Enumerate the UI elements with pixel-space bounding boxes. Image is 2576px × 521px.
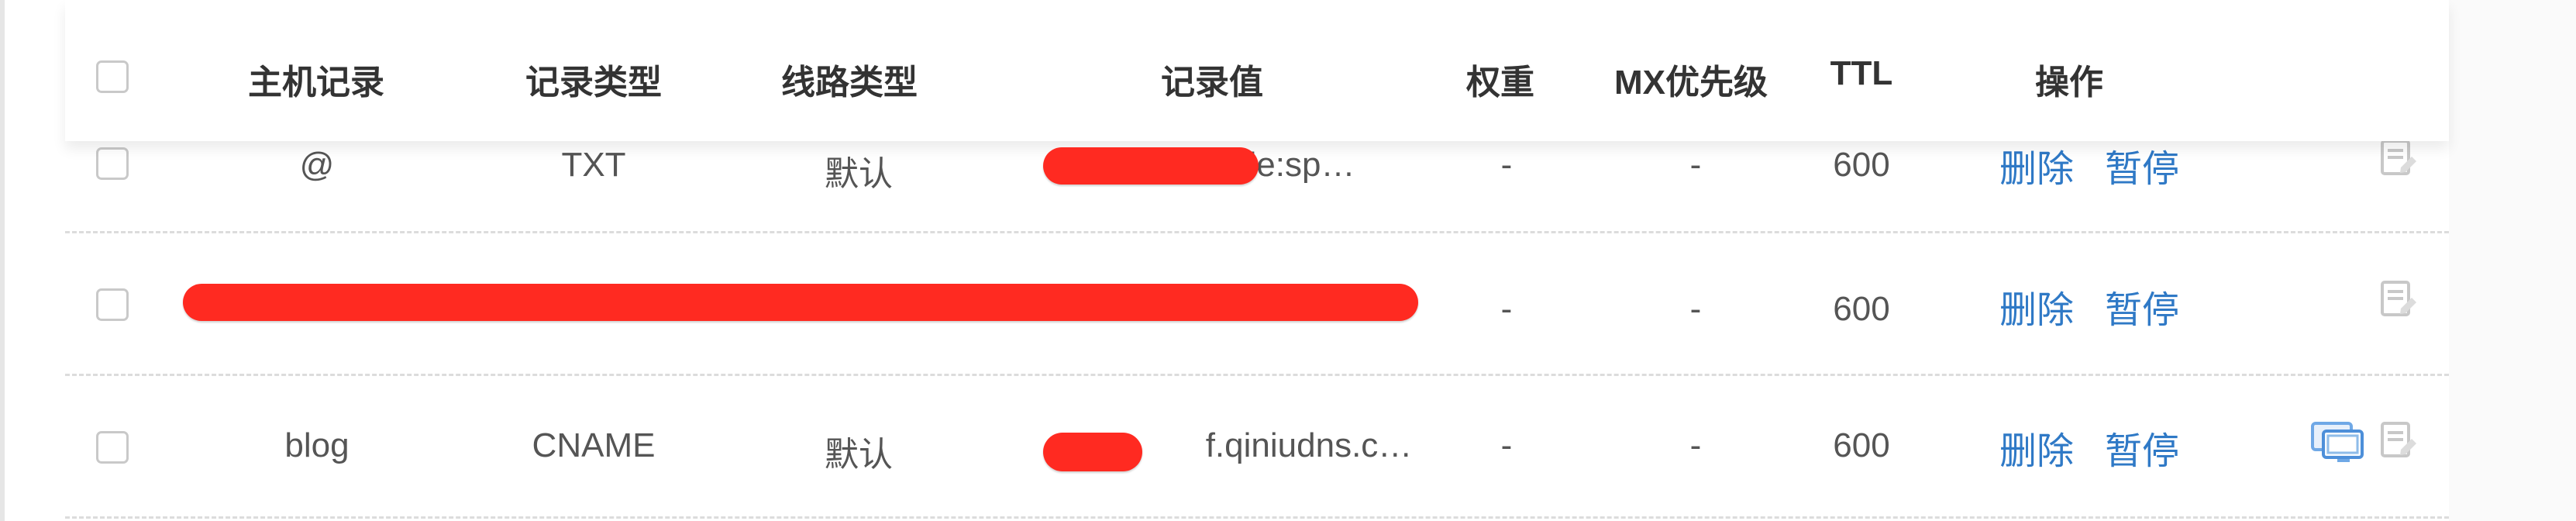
pause-link[interactable]: 暂停 xyxy=(2105,279,2179,333)
delete-link[interactable]: 删除 xyxy=(1999,279,2074,333)
delete-link[interactable]: 删除 xyxy=(1999,138,2074,192)
row-checkbox[interactable] xyxy=(96,147,129,180)
record-type-cell: CNAME xyxy=(532,426,656,464)
column-actions: 操作 xyxy=(2035,64,2103,102)
select-all-checkbox[interactable] xyxy=(96,60,129,93)
mx-priority-cell: - xyxy=(1689,426,1702,464)
row-divider xyxy=(65,516,2449,519)
weight-cell: - xyxy=(1500,290,1513,328)
line-type-cell: 默认 xyxy=(825,436,893,474)
record-value-cell: f.qiniudns.c… xyxy=(1205,426,1413,464)
row-divider xyxy=(65,231,2449,233)
ttl-cell: 600 xyxy=(1833,290,1890,328)
right-margin xyxy=(2449,0,2576,521)
column-mx-priority: MX优先级 xyxy=(1614,64,1768,102)
column-ttl: TTL xyxy=(1830,54,1893,92)
redaction-mark xyxy=(1043,433,1142,471)
redaction-mark xyxy=(1043,147,1259,185)
monitor-icon[interactable] xyxy=(2309,416,2365,467)
host-cell: blog xyxy=(284,426,350,464)
column-host: 主机记录 xyxy=(248,64,384,102)
record-value-cell: le:sp… xyxy=(1248,146,1355,184)
column-weight: 权重 xyxy=(1466,64,1534,102)
column-record-value: 记录值 xyxy=(1161,64,1263,102)
row-divider xyxy=(65,374,2449,376)
row-checkbox[interactable] xyxy=(96,288,129,321)
column-record-type: 记录类型 xyxy=(525,64,662,102)
pause-link[interactable]: 暂停 xyxy=(2105,420,2179,474)
note-icon[interactable] xyxy=(2376,417,2423,464)
line-type-cell: 默认 xyxy=(825,155,893,193)
note-icon[interactable] xyxy=(2376,276,2423,323)
record-type-cell: TXT xyxy=(561,146,626,184)
mx-priority-cell: - xyxy=(1689,146,1702,184)
left-border xyxy=(0,0,5,521)
table-header: 主机记录 记录类型 线路类型 记录值 权重 MX优先级 TTL 操作 xyxy=(65,0,2449,141)
mx-priority-cell: - xyxy=(1689,290,1702,328)
table-row: blog CNAME 默认 f.qiniudns.c… - - 600 删除 暂… xyxy=(65,377,2449,519)
row-checkbox[interactable] xyxy=(96,431,129,464)
redaction-mark xyxy=(183,284,1418,321)
note-icon[interactable] xyxy=(2376,135,2423,181)
weight-cell: - xyxy=(1500,426,1513,464)
ttl-cell: 600 xyxy=(1833,426,1890,464)
ttl-cell: 600 xyxy=(1833,146,1890,184)
weight-cell: - xyxy=(1500,146,1513,184)
host-cell: @ xyxy=(299,146,335,184)
pause-link[interactable]: 暂停 xyxy=(2105,138,2179,192)
column-line-type: 线路类型 xyxy=(781,64,918,102)
delete-link[interactable]: 删除 xyxy=(1999,420,2074,474)
